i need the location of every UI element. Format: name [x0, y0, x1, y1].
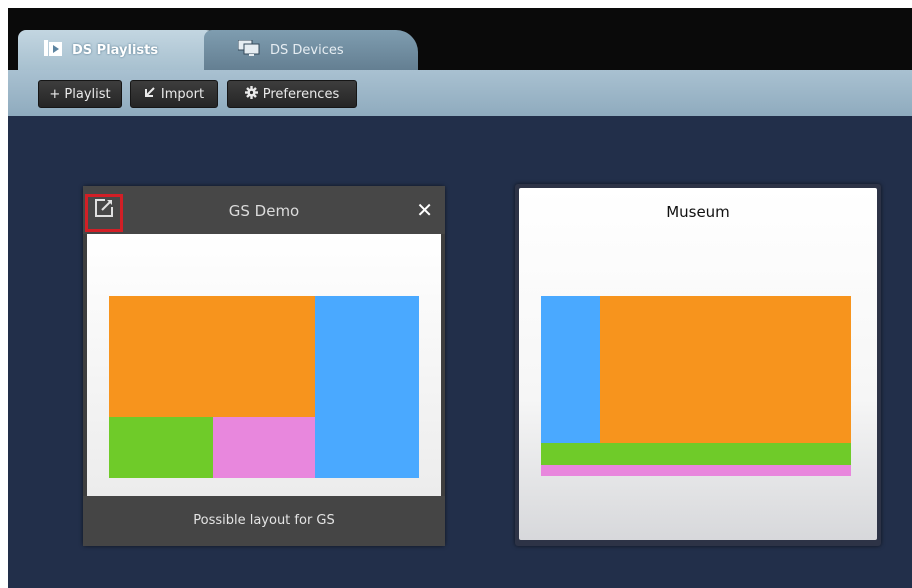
tab-ds-playlists[interactable]: DS Playlists: [18, 30, 228, 70]
playlist-title: Museum: [666, 203, 730, 221]
app-window: DS Playlists DS Devices + Playlist Impor…: [8, 8, 912, 588]
tab-ds-playlists-label: DS Playlists: [72, 42, 159, 58]
close-icon[interactable]: ✕: [416, 200, 433, 220]
layout-zone-bottom-left: [109, 417, 213, 478]
import-label: Import: [160, 86, 205, 102]
import-icon: [144, 86, 156, 102]
devices-icon: [237, 39, 260, 60]
layout-zone-bottom-middle: [213, 417, 315, 478]
layout-zone-footer: [541, 465, 851, 476]
tab-ds-devices-label: DS Devices: [270, 42, 344, 58]
edit-icon: [94, 188, 114, 238]
playlist-card-body: Museum: [519, 188, 877, 540]
playlist-description: Possible layout for GS: [83, 496, 445, 546]
edit-playlist-button[interactable]: [85, 194, 123, 232]
layout-zone-right: [315, 296, 419, 478]
layout-preview: [87, 234, 441, 496]
playlist-card-header: GS Demo ✕: [83, 186, 445, 234]
tab-bar: DS Playlists DS Devices: [8, 8, 912, 70]
add-playlist-label: + Playlist: [49, 86, 111, 102]
playlist-icon: [44, 40, 62, 60]
layout-zone-left: [541, 296, 600, 443]
toolbar: + Playlist Import Preferences: [8, 70, 912, 116]
layout-zone-main: [109, 296, 315, 417]
layout-zone-ticker: [541, 443, 851, 465]
playlist-card-gs-demo[interactable]: GS Demo ✕ Possible layout for GS: [83, 186, 445, 546]
playlist-title: GS Demo: [228, 202, 300, 220]
add-playlist-button[interactable]: + Playlist: [38, 80, 122, 108]
playlist-card-museum[interactable]: Museum: [515, 184, 881, 546]
preferences-button[interactable]: Preferences: [227, 80, 357, 108]
import-button[interactable]: Import: [130, 80, 218, 108]
layout-zone-main: [600, 296, 851, 443]
gear-icon: [244, 85, 258, 103]
preferences-label: Preferences: [262, 86, 340, 102]
tab-ds-devices[interactable]: DS Devices: [204, 30, 418, 70]
